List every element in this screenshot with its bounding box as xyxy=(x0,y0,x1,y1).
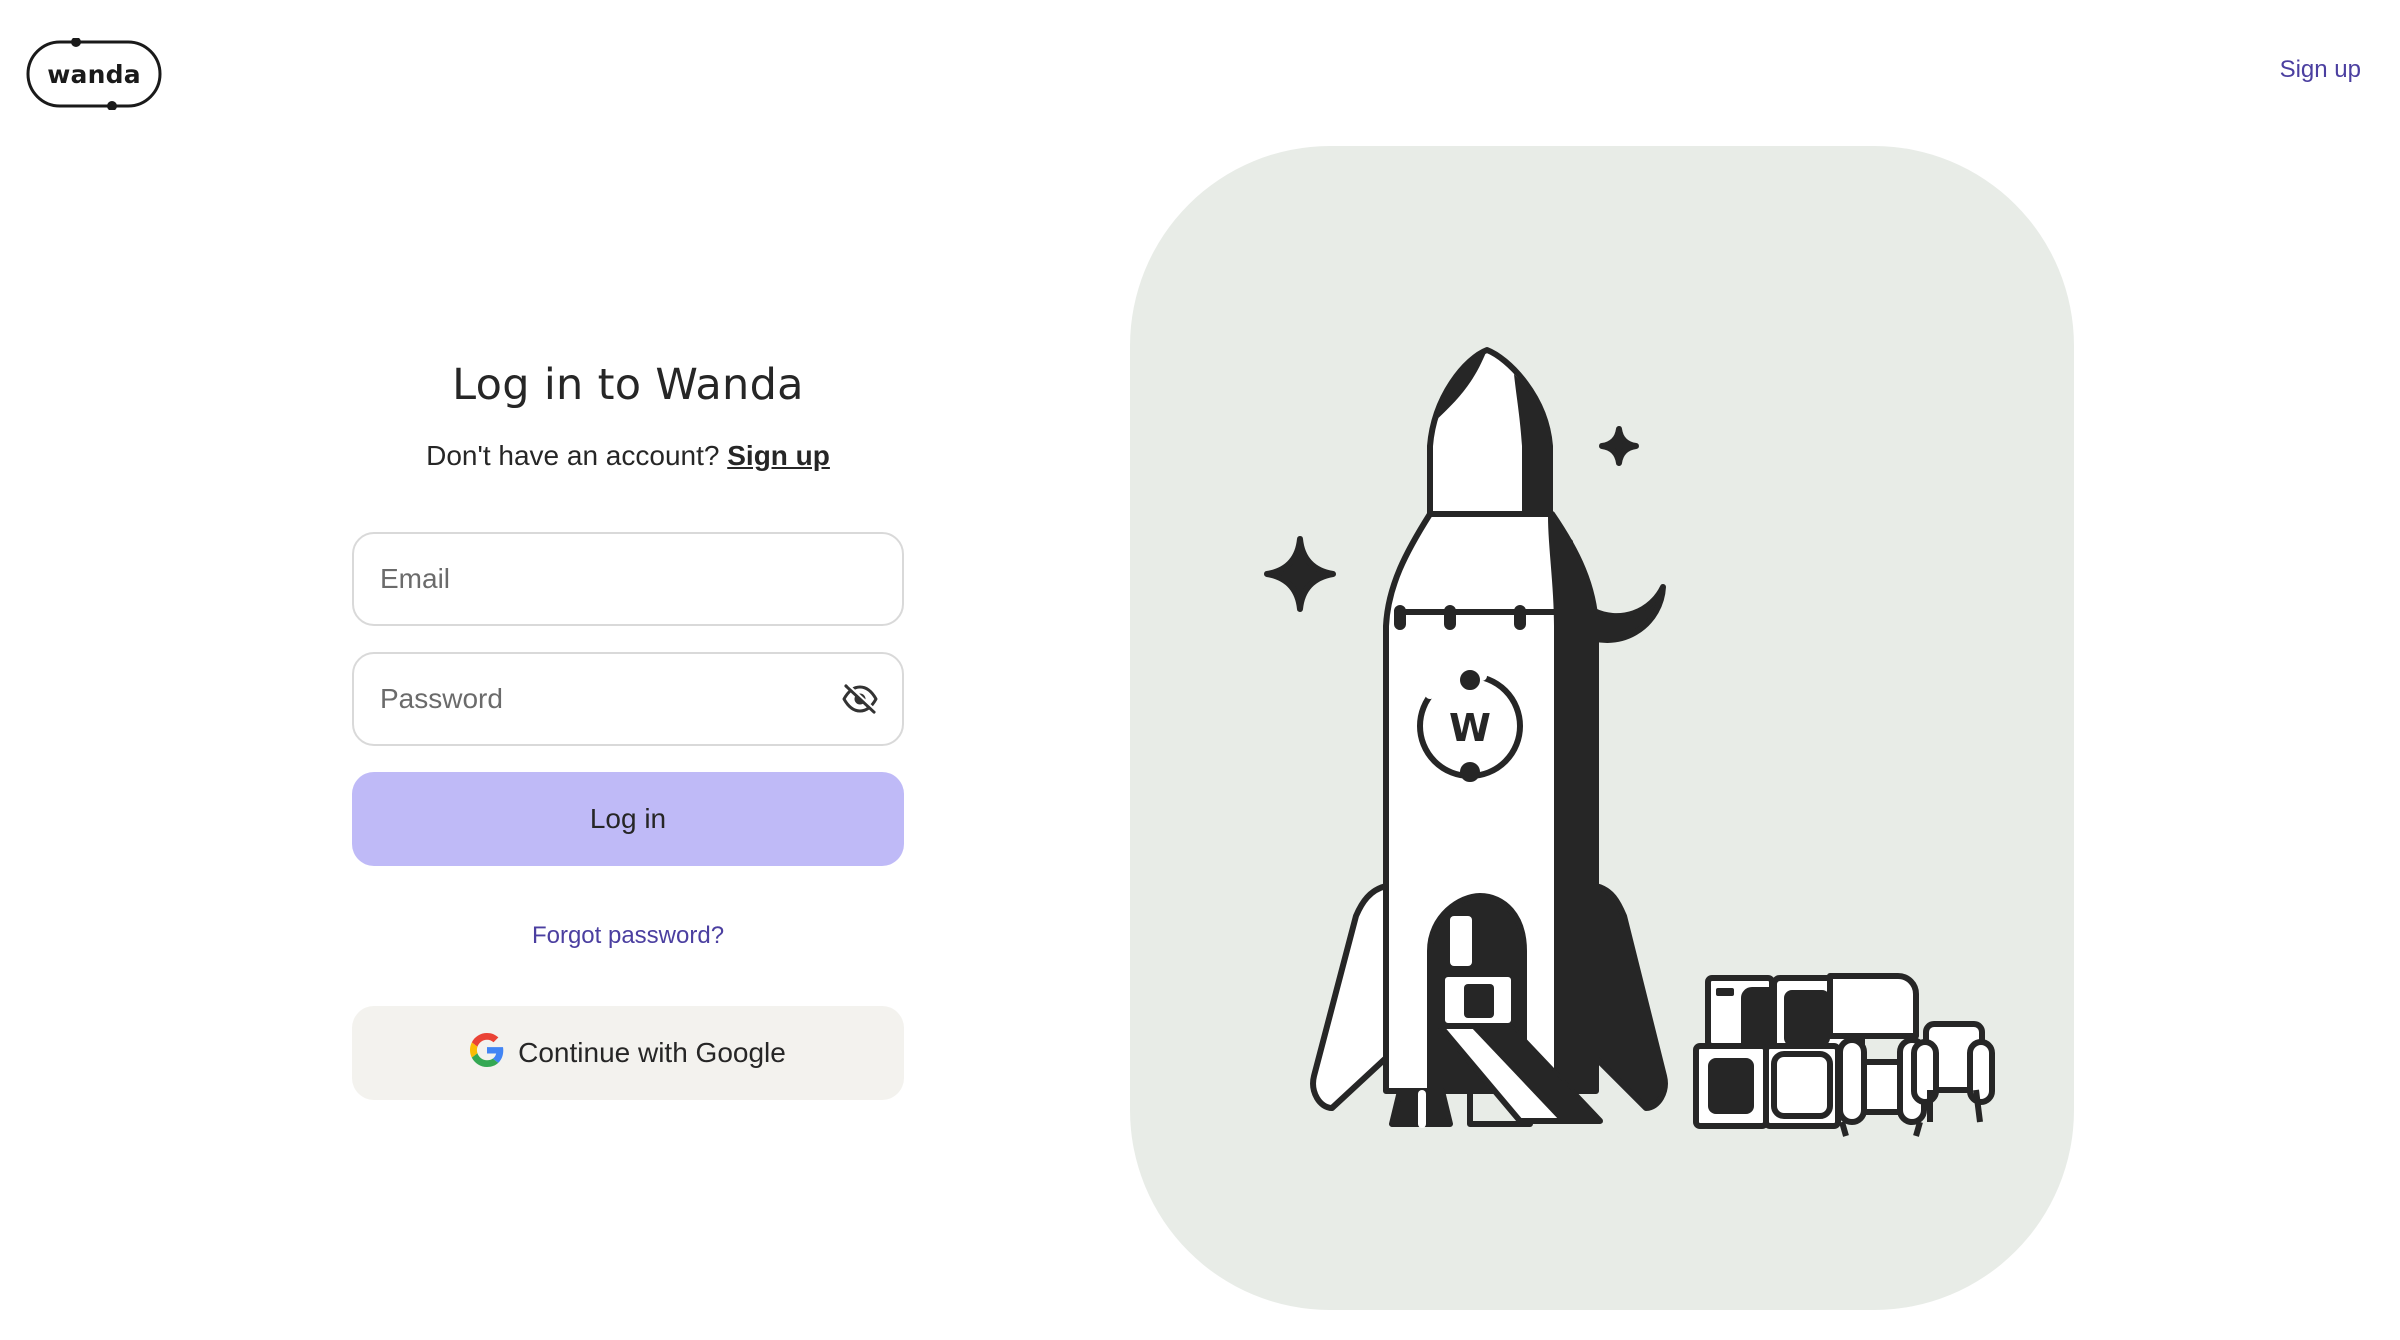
email-input[interactable] xyxy=(354,534,902,624)
header-signup-link[interactable]: Sign up xyxy=(2280,56,2361,84)
illustration-panel: W xyxy=(1130,146,2074,1310)
email-field xyxy=(352,532,904,626)
google-button-label: Continue with Google xyxy=(518,1037,786,1068)
login-button[interactable]: Log in xyxy=(352,772,904,866)
password-input[interactable] xyxy=(354,654,902,744)
login-form: Log in to Wanda Don't have an account? S… xyxy=(352,360,904,1100)
page-title: Log in to Wanda xyxy=(452,360,804,410)
star-icon xyxy=(1264,536,1336,612)
google-g-icon xyxy=(470,1032,504,1074)
forgot-password-link[interactable]: Forgot password? xyxy=(352,922,904,950)
google-login-button[interactable]: Continue with Google xyxy=(352,1006,904,1100)
form-signup-link[interactable]: Sign up xyxy=(727,440,830,471)
rocket-badge-letter: W xyxy=(1449,706,1491,750)
password-field xyxy=(352,652,904,746)
rocket-illustration: W xyxy=(1264,347,1995,1137)
star-icon xyxy=(1599,426,1639,466)
signup-prompt: Don't have an account? Sign up xyxy=(352,440,904,472)
logo-text: wanda xyxy=(47,59,141,89)
login-page: wanda Sign up Log in to Wanda Don't have… xyxy=(0,0,2400,1340)
no-account-text: Don't have an account? xyxy=(426,440,720,471)
wanda-logo[interactable]: wanda xyxy=(24,38,164,110)
eye-off-icon[interactable] xyxy=(840,679,880,719)
